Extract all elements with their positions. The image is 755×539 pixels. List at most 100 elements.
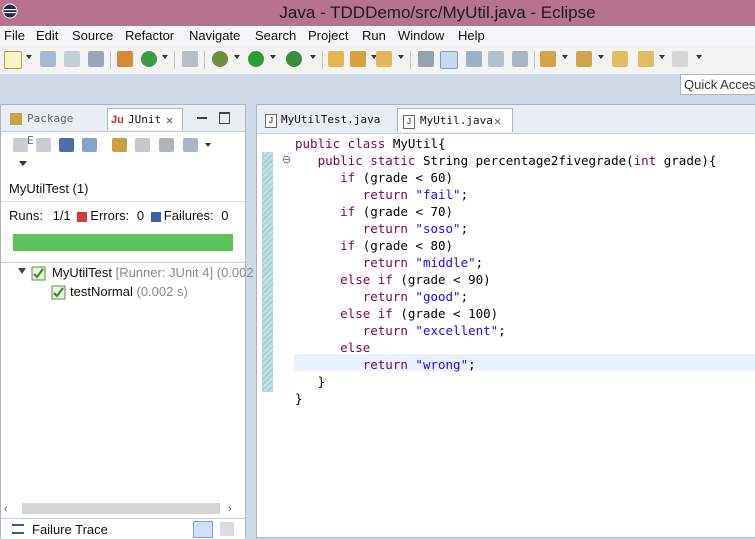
filter-stack-icon[interactable]	[193, 521, 213, 538]
code-line[interactable]: }	[295, 390, 716, 407]
rerun-failures-icon[interactable]	[135, 138, 150, 152]
code-line[interactable]: public static String percentage2fivegrad…	[295, 152, 717, 169]
open-task-icon[interactable]	[350, 51, 366, 67]
code-line[interactable]: return "fail";	[295, 186, 716, 203]
menu-run[interactable]: Run	[362, 28, 386, 43]
menu-edit[interactable]: Edit	[36, 28, 58, 43]
code-editor[interactable]: public class MyUtil{ public static Strin…	[295, 135, 716, 407]
suite-runner: [Runner: JUnit 4] (0.002 s)	[115, 265, 269, 280]
search-icon[interactable]	[376, 51, 392, 67]
chevron-down-icon[interactable]	[26, 55, 32, 59]
refresh-icon[interactable]	[141, 51, 157, 67]
save-icon[interactable]	[40, 51, 56, 67]
show-paragraph-icon[interactable]	[512, 51, 528, 67]
chevron-down-icon[interactable]	[270, 55, 276, 59]
view-menu-icon[interactable]	[19, 161, 27, 166]
failure-trace-label: Failure Trace	[32, 522, 108, 537]
code-line[interactable]: return "middle";	[295, 254, 716, 271]
menu-navigate[interactable]: Navigate	[189, 28, 240, 43]
junit-toolbar	[1, 131, 245, 179]
next-annotation-icon[interactable]	[540, 51, 556, 67]
chevron-down-icon[interactable]	[598, 55, 604, 59]
previous-annotation-icon[interactable]	[576, 51, 592, 67]
chevron-down-icon[interactable]	[398, 55, 404, 59]
code-line[interactable]: if (grade < 80)	[295, 237, 716, 254]
main-toolbar	[0, 46, 755, 74]
code-line[interactable]: return "good";	[295, 288, 716, 305]
show-failures-only-icon[interactable]	[59, 138, 74, 152]
save-all-icon[interactable]	[64, 51, 80, 67]
chevron-down-icon[interactable]	[162, 55, 168, 59]
menu-help[interactable]: Help	[458, 28, 485, 43]
tab-package-explorer[interactable]: Package E...	[7, 108, 105, 147]
previous-failure-icon[interactable]	[36, 138, 51, 152]
mark-occurrences-icon[interactable]	[440, 51, 458, 69]
code-line[interactable]: else	[295, 339, 716, 356]
tab-myutiltest-java[interactable]: J MyUtilTest.java	[261, 108, 395, 132]
show-whitespace-icon[interactable]	[488, 51, 504, 67]
back-icon[interactable]	[638, 51, 654, 67]
code-line[interactable]: if (grade < 70)	[295, 203, 716, 220]
menu-source[interactable]: Source	[72, 28, 113, 43]
minimize-icon[interactable]	[197, 117, 207, 119]
scroll-lock-icon[interactable]	[82, 138, 97, 152]
stop-icon[interactable]	[159, 138, 174, 152]
print-icon[interactable]	[88, 51, 104, 67]
tree-item-test[interactable]: testNormal (0.002 s)	[70, 284, 188, 299]
tree-expand-icon[interactable]	[18, 268, 26, 274]
scroll-right-icon[interactable]: ›	[228, 503, 232, 515]
chevron-down-icon[interactable]	[562, 55, 568, 59]
tree-item-suite[interactable]: MyUtilTest [Runner: JUnit 4] (0.002 s)	[52, 265, 268, 280]
quick-access-input[interactable]: Quick Access	[680, 74, 755, 95]
close-icon[interactable]: ✕	[494, 109, 501, 133]
chevron-down-icon[interactable]	[659, 55, 665, 59]
skip-breakpoints-icon[interactable]	[182, 51, 198, 67]
toolbar-separator	[322, 51, 323, 69]
scrollbar-thumb[interactable]	[22, 503, 220, 514]
debug-icon[interactable]	[212, 51, 228, 67]
chevron-down-icon[interactable]	[310, 55, 316, 59]
code-line[interactable]: public class MyUtil{	[295, 135, 716, 152]
toolbar-separator	[410, 51, 411, 69]
menu-refactor[interactable]: Refactor	[125, 28, 174, 43]
test-history-icon[interactable]	[183, 138, 198, 152]
open-type-icon[interactable]	[328, 51, 344, 67]
next-failure-icon[interactable]	[13, 138, 28, 152]
toggle-ant-icon[interactable]	[418, 51, 434, 67]
forward-icon[interactable]	[672, 51, 688, 67]
chevron-down-icon[interactable]	[205, 143, 211, 147]
scroll-left-icon[interactable]: ‹	[4, 503, 8, 515]
code-line[interactable]: }	[295, 373, 716, 390]
code-line[interactable]: return "soso";	[295, 220, 716, 237]
run-icon[interactable]	[248, 51, 264, 67]
chevron-down-icon[interactable]	[696, 55, 702, 59]
divider	[1, 262, 245, 263]
code-line[interactable]: return "excellent";	[295, 322, 716, 339]
tab-myutil-java[interactable]: J MyUtil.java ✕	[397, 108, 513, 132]
new-icon[interactable]	[4, 51, 22, 69]
junit-icon: Ju	[111, 114, 124, 126]
fold-collapse-icon[interactable]: ⊖	[282, 153, 291, 166]
close-icon[interactable]: ✕	[166, 109, 173, 131]
tab-junit[interactable]: Ju JUnit ✕	[107, 108, 183, 130]
menu-project[interactable]: Project	[308, 28, 348, 43]
last-edit-location-icon[interactable]	[612, 51, 628, 67]
maximize-icon[interactable]	[219, 112, 230, 124]
menu-file[interactable]: File	[4, 28, 25, 43]
chevron-down-icon[interactable]	[234, 55, 240, 59]
build-icon[interactable]	[117, 51, 133, 67]
code-line[interactable]: if (grade < 60)	[295, 169, 716, 186]
code-line[interactable]: return "wrong";	[295, 356, 716, 373]
block-selection-icon[interactable]	[466, 51, 482, 67]
error-icon	[77, 211, 88, 222]
rerun-test-icon[interactable]	[112, 138, 127, 152]
test-progress-bar	[13, 234, 233, 251]
code-line[interactable]: else if (grade < 100)	[295, 305, 716, 322]
menu-window[interactable]: Window	[398, 28, 444, 43]
window-title: Java - TDDDemo/src/MyUtil.java - Eclipse	[279, 3, 596, 22]
code-line[interactable]: else if (grade < 90)	[295, 271, 716, 288]
coverage-icon[interactable]	[286, 51, 302, 67]
menu-search[interactable]: Search	[255, 28, 296, 43]
horizontal-scrollbar[interactable]: ‹ ›	[4, 501, 240, 516]
compare-icon[interactable]	[220, 522, 234, 536]
